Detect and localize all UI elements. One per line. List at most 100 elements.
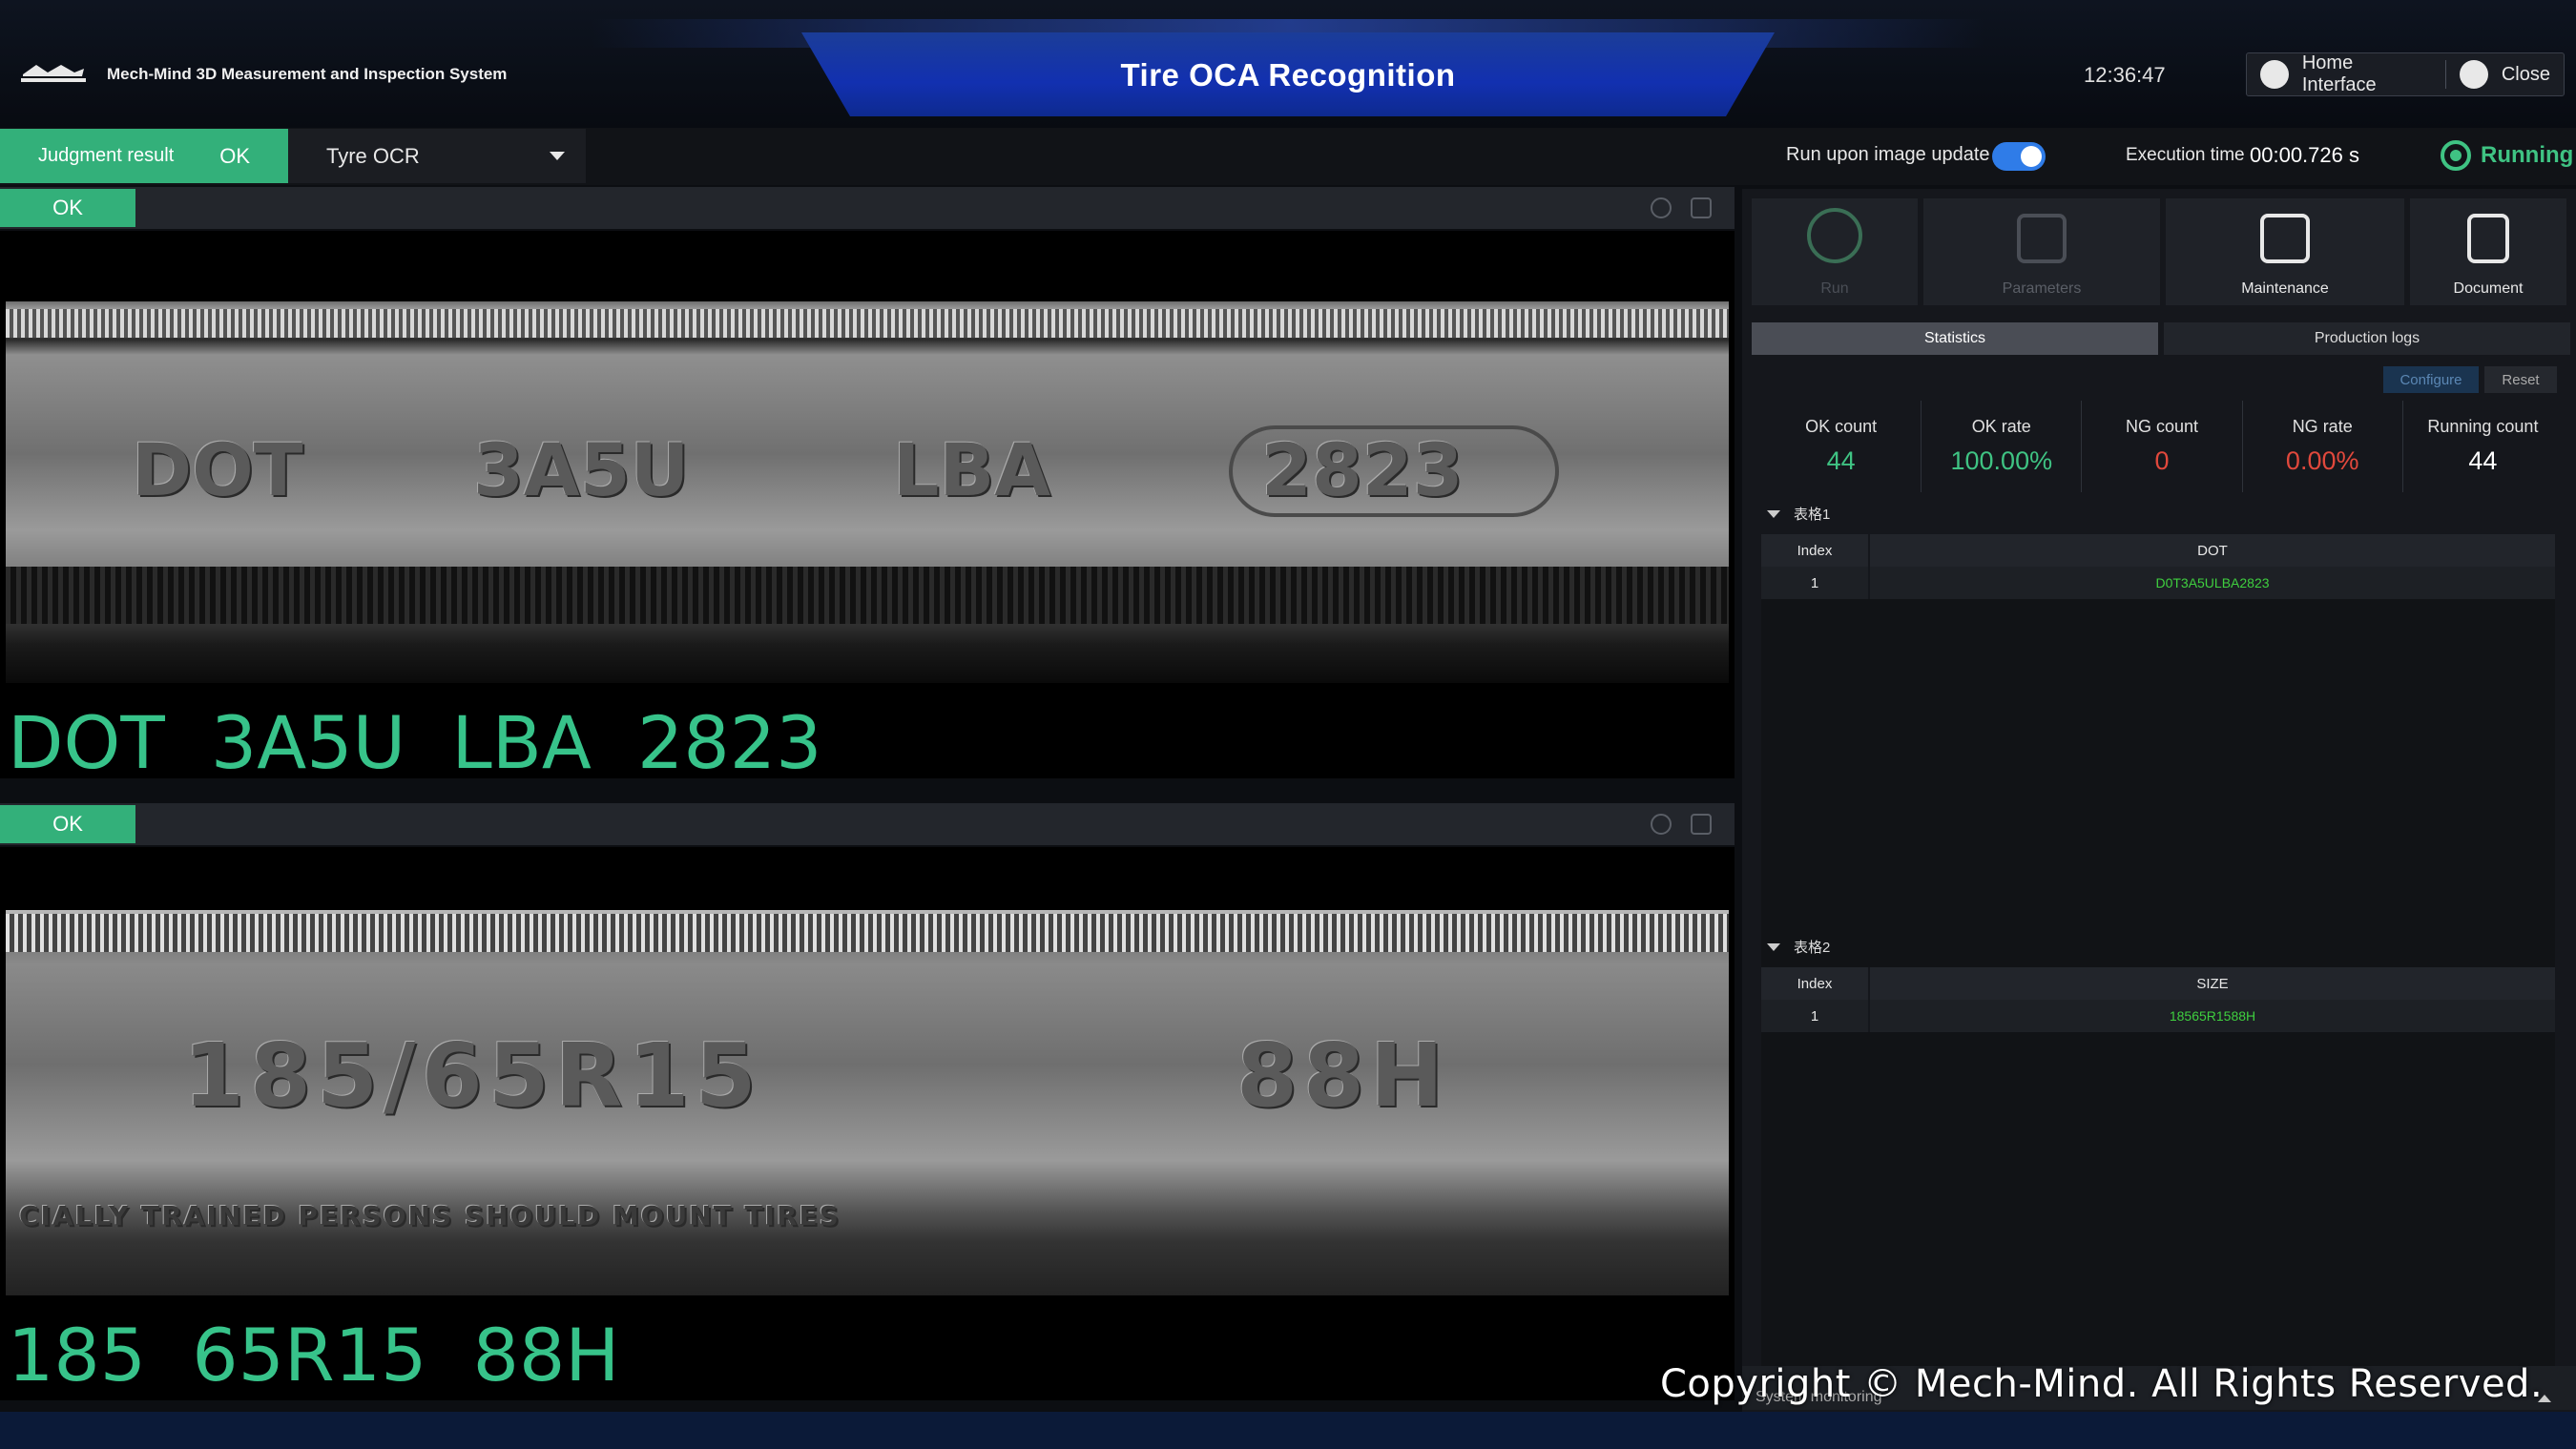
reset-button[interactable]: Reset xyxy=(2484,366,2557,393)
home-interface-label: Home Interface xyxy=(2301,52,2377,95)
table-section-toggle[interactable]: 表格1 xyxy=(1761,504,2563,524)
parameters-icon xyxy=(2017,214,2067,263)
table-title: 表格1 xyxy=(1794,507,1831,523)
run-upon-update-label: Run upon image update xyxy=(1786,144,1990,165)
mech-mind-logo-icon xyxy=(21,65,86,82)
judgment-label: Judgment result xyxy=(38,145,175,166)
execution-time-value: 00:00.726 s xyxy=(2250,143,2359,167)
stat-value: 44 xyxy=(1826,446,1856,475)
stat-label: OK rate xyxy=(1971,417,2031,436)
tab-statistics[interactable]: Statistics xyxy=(1752,322,2158,355)
maintenance-icon xyxy=(2260,214,2310,263)
right-panel: Run Parameters Maintenance Document Stat… xyxy=(1742,189,2576,1429)
tire-text: LBA xyxy=(893,427,1051,512)
image-panel-header: OK xyxy=(0,803,1735,845)
image-panel: DOT 3A5U LBA 2823 DOT 3A5U LBA 2823 xyxy=(0,231,1735,785)
stat-ng-rate: NG rate 0.00% xyxy=(2243,401,2403,492)
chevron-down-icon xyxy=(1767,942,1780,951)
document-button[interactable]: Document xyxy=(2410,198,2566,305)
stat-label: NG rate xyxy=(2292,417,2353,436)
data-table: Index DOT 1 D0T3A5ULBA2823 xyxy=(1761,534,2555,599)
maintenance-button[interactable]: Maintenance xyxy=(2166,198,2404,305)
tire-image: 185/65R15 88H CIALLY TRAINED PERSONS SHO… xyxy=(6,910,1729,1295)
stat-value: 0 xyxy=(2154,446,2170,475)
running-icon xyxy=(2441,140,2471,171)
table-section-toggle[interactable]: 表格2 xyxy=(1761,937,2563,957)
stat-ng-count: NG count 0 xyxy=(2082,401,2243,492)
column-header: SIZE xyxy=(2196,975,2229,992)
table-header: Index SIZE xyxy=(1761,967,2555,1000)
stat-label: OK count xyxy=(1805,417,1878,436)
judgment-value: OK xyxy=(219,143,251,168)
settings-icon[interactable] xyxy=(1651,814,1672,835)
table-row[interactable]: 1 18565R1588H xyxy=(1761,1000,2555,1032)
chevron-down-icon xyxy=(1767,509,1780,518)
stat-label: Running count xyxy=(2427,417,2539,436)
tab-bar: Statistics Production logs xyxy=(1752,322,2570,355)
status-badge: OK xyxy=(0,189,135,227)
tire-image: DOT 3A5U LBA 2823 xyxy=(6,301,1729,683)
popout-icon[interactable] xyxy=(1691,814,1712,835)
project-select-value: Tyre OCR xyxy=(326,143,420,168)
configure-button[interactable]: Configure xyxy=(2383,366,2479,393)
tire-text: 2823 xyxy=(1261,427,1464,512)
image-panel: 185/65R15 88H CIALLY TRAINED PERSONS SHO… xyxy=(0,847,1735,1400)
status-badge: OK xyxy=(0,805,135,843)
clock: 12:36:47 xyxy=(2084,63,2166,87)
execution-time-label: Execution time xyxy=(2126,145,2245,165)
table-cell: 1 xyxy=(1761,567,1870,599)
stat-running-count: Running count 44 xyxy=(2403,401,2563,492)
page-title: Tire OCA Recognition xyxy=(1120,57,1456,93)
power-icon xyxy=(2459,60,2488,89)
run-label: Run xyxy=(1820,280,1849,297)
home-interface-button[interactable]: Home Interface xyxy=(2247,52,2445,95)
project-select[interactable]: Tyre OCR xyxy=(288,129,586,183)
maintenance-label: Maintenance xyxy=(2241,280,2329,297)
play-icon xyxy=(1807,208,1862,263)
tire-text: 88H xyxy=(1236,1025,1450,1127)
table-title: 表格2 xyxy=(1794,940,1831,956)
stat-ok-rate: OK rate 100.00% xyxy=(1922,401,2083,492)
parameters-button[interactable]: Parameters xyxy=(1923,198,2160,305)
column-header: DOT xyxy=(2197,542,2228,559)
ocr-result: DOT 3A5U LBA 2823 xyxy=(8,700,822,785)
close-label: Close xyxy=(2501,63,2550,85)
column-header: Index xyxy=(1761,534,1870,567)
table-cell: 1 xyxy=(1761,1000,1870,1032)
bottom-bar xyxy=(0,1412,2576,1449)
document-icon xyxy=(2467,214,2509,263)
running-status: Running xyxy=(2441,140,2573,171)
column-header: Index xyxy=(1761,967,1870,1000)
statistics-summary: OK count 44 OK rate 100.00% NG count 0 N… xyxy=(1761,401,2563,492)
tire-text: 185/65R15 xyxy=(183,1025,762,1127)
data-table: Index SIZE 1 18565R1588H xyxy=(1761,967,2555,1032)
table-cell: D0T3A5ULBA2823 xyxy=(2155,575,2270,590)
running-label: Running xyxy=(2481,142,2574,168)
table-cell: 18565R1588H xyxy=(2169,1008,2256,1024)
tire-subtext: CIALLY TRAINED PERSONS SHOULD MOUNT TIRE… xyxy=(19,1200,841,1232)
run-button[interactable]: Run xyxy=(1752,198,1918,305)
stat-label: NG count xyxy=(2125,417,2199,436)
stat-value: 100.00% xyxy=(1950,446,2053,475)
image-panel-header: OK xyxy=(0,187,1735,229)
run-upon-update-toggle[interactable] xyxy=(1992,142,2046,171)
parameters-label: Parameters xyxy=(2002,280,2082,297)
tread-shadow xyxy=(6,567,1729,624)
window-buttons: Home Interface Close xyxy=(2246,52,2565,96)
table-header: Index DOT xyxy=(1761,534,2555,567)
system-name: Mech-Mind 3D Measurement and Inspection … xyxy=(107,65,508,83)
popout-icon[interactable] xyxy=(1691,197,1712,218)
panel-actions xyxy=(1651,197,1712,218)
judgment-result: Judgment result OK xyxy=(0,129,288,183)
tread-band xyxy=(6,914,1729,952)
settings-icon[interactable] xyxy=(1651,197,1672,218)
tab-production-logs[interactable]: Production logs xyxy=(2164,322,2570,355)
home-arrow-icon xyxy=(2260,60,2289,89)
close-button[interactable]: Close xyxy=(2446,53,2564,95)
copyright-watermark: Copyright © Mech-Mind. All Rights Reserv… xyxy=(1660,1362,2544,1406)
document-label: Document xyxy=(2453,280,2524,297)
chevron-down-icon xyxy=(550,152,565,160)
panel-actions xyxy=(1651,814,1712,835)
table-row[interactable]: 1 D0T3A5ULBA2823 xyxy=(1761,567,2555,599)
tire-text: 3A5U xyxy=(473,427,690,512)
